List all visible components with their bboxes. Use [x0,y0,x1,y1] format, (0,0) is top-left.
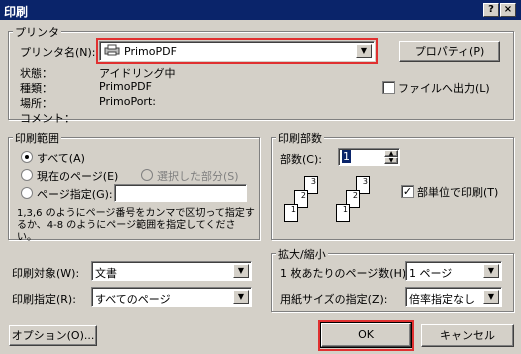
type-value: PrimoPDF [99,80,152,93]
print-to-file-label[interactable]: ファイルへ出力(L) [398,80,490,96]
chevron-down-icon[interactable]: ▼ [233,264,249,278]
range-current-radio[interactable] [21,169,33,181]
type-label: 種類： [20,82,53,95]
printer-name-combo[interactable]: PrimoPDF ▼ [99,41,375,61]
status-label: 状態： [20,67,53,80]
status-value: アイドリング中 [99,67,176,80]
copies-group-label: 印刷部数 [276,130,324,146]
collated-pages-icon: 3 2 1 [336,172,381,228]
range-selection-radio [141,169,153,181]
range-all-radio[interactable] [21,151,33,163]
pages-per-sheet-value: 1 ページ [409,267,453,280]
range-pages-input[interactable] [114,184,247,202]
print-mode-label: 印刷指定(R): [12,293,76,306]
collate-checkbox[interactable]: ✓ [401,185,414,198]
print-to-file-checkbox[interactable] [382,81,395,94]
range-hint-text: 1,3,6 のようにページ番号をカンマで区切って指定するか、4-8 のようにペー… [17,208,255,243]
range-pages-radio[interactable] [21,187,33,199]
chevron-down-icon[interactable]: ▼ [233,290,249,304]
close-button[interactable]: × [500,3,516,17]
page-icon: 1 [336,204,350,222]
range-pages-label[interactable]: ページ指定(G): [37,186,113,202]
properties-button[interactable]: プロパティ(P) [399,41,500,62]
printer-name-label: プリンタ名(N): [20,46,96,59]
where-label: 場所： [20,97,53,110]
cancel-button[interactable]: キャンセル [421,324,514,347]
range-group-label: 印刷範囲 [13,130,61,146]
print-mode-combo[interactable]: すべてのページ ▼ [91,287,252,307]
print-what-value: 文書 [95,267,117,280]
paper-size-value: 倍率指定なし [409,293,475,306]
spin-down-icon[interactable]: ▼ [384,157,398,164]
ok-button[interactable]: OK [320,322,412,348]
uncollated-pages-icon: 3 2 1 [284,172,329,228]
paper-size-combo[interactable]: 倍率指定なし ▼ [405,287,502,307]
pages-per-sheet-combo[interactable]: 1 ページ ▼ [405,261,502,281]
zoom-group-label: 拡大/縮小 [276,246,328,262]
copies-count-spinner[interactable]: 1 ▲ ▼ [338,148,400,166]
range-current-label[interactable]: 現在のページ(E) [37,168,118,184]
comment-label: コメント： [20,112,75,125]
options-button[interactable]: オプション(O)... [9,325,97,346]
collate-label[interactable]: 部単位で印刷(T) [417,184,498,200]
chevron-down-icon[interactable]: ▼ [483,264,499,278]
printer-group-label: プリンタ [13,24,61,40]
paper-size-label: 用紙サイズの指定(Z): [280,293,388,306]
window-title: 印刷 [4,5,29,19]
print-what-label: 印刷対象(W): [12,267,80,280]
print-mode-value: すべてのページ [95,293,171,306]
help-button[interactable]: ? [483,3,499,17]
range-selection-label: 選択した部分(S) [157,170,239,183]
page-icon: 1 [284,204,298,222]
printer-icon [104,44,120,56]
print-what-combo[interactable]: 文書 ▼ [91,261,252,281]
title-bar [0,0,521,20]
copies-count-value: 1 [342,150,351,163]
chevron-down-icon[interactable]: ▼ [356,44,372,58]
where-value: PrimoPort: [99,95,156,108]
pages-per-sheet-label: 1 枚あたりのページ数(H): [280,267,410,280]
chevron-down-icon[interactable]: ▼ [483,290,499,304]
printer-name-value: PrimoPDF [124,45,177,58]
spin-up-icon[interactable]: ▲ [384,150,398,157]
range-all-label[interactable]: すべて(A) [37,150,85,166]
copies-count-label: 部数(C): [280,153,322,166]
